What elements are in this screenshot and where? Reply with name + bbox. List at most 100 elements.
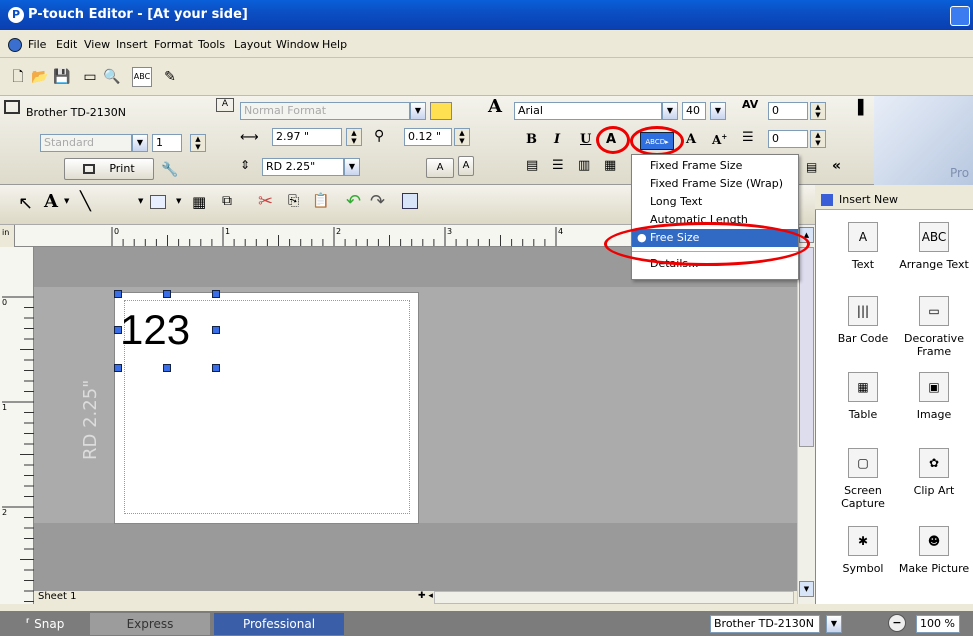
label-text-object[interactable]: 123: [120, 294, 190, 366]
undo-icon[interactable]: ↶: [346, 191, 361, 212]
menu-file[interactable]: File: [28, 38, 46, 51]
insert-item-bar-code[interactable]: ||| Bar Code: [827, 296, 899, 345]
rectangle-dropdown-icon[interactable]: ▼: [176, 197, 181, 205]
express-tab[interactable]: Express: [90, 613, 210, 635]
status-printer-select[interactable]: Brother TD-2130N: [710, 615, 820, 633]
margin-input[interactable]: 0.12 ": [404, 128, 452, 146]
resize-handle[interactable]: [212, 364, 220, 372]
format-color-icon[interactable]: [430, 102, 452, 120]
print-preview-icon[interactable]: 🔍: [102, 67, 122, 87]
font-name-dropdown-button[interactable]: ▼: [662, 102, 678, 120]
paste-icon[interactable]: 📋: [312, 193, 329, 209]
align-right-page-button[interactable]: A: [458, 156, 474, 176]
grow-font-button[interactable]: A+: [712, 132, 727, 147]
shrink-font-button[interactable]: A: [686, 132, 696, 147]
line-spacing-input[interactable]: 0: [768, 130, 808, 148]
save-icon[interactable]: 💾: [52, 67, 72, 87]
italic-button[interactable]: I: [554, 132, 560, 147]
layout-icon[interactable]: ▌: [858, 100, 869, 116]
horizontal-scrollbar[interactable]: [434, 591, 794, 604]
professional-tab[interactable]: Professional: [214, 613, 344, 635]
dropdown-item-fixed-frame[interactable]: Fixed Frame Size: [632, 157, 798, 175]
format-select[interactable]: Normal Format: [240, 102, 410, 120]
align-left-page-button[interactable]: A: [426, 158, 454, 178]
menu-tools[interactable]: Tools: [198, 38, 225, 51]
label-icon[interactable]: ABC: [132, 67, 152, 87]
insert-item-arrange-text[interactable]: ABC Arrange Text: [898, 222, 970, 271]
insert-item-screen-capture[interactable]: ▢ Screen Capture: [827, 448, 899, 510]
open-icon[interactable]: 📂: [30, 67, 50, 87]
media-dropdown-button[interactable]: ▼: [344, 158, 360, 176]
copies-input[interactable]: 1: [152, 134, 182, 152]
list-icon[interactable]: ▤: [806, 160, 817, 174]
zoom-out-icon[interactable]: −: [888, 614, 906, 632]
cut-icon[interactable]: ✂: [258, 191, 273, 212]
justify-button[interactable]: ▦: [604, 158, 616, 173]
mode-dropdown-button[interactable]: ▼: [132, 134, 148, 152]
align-left-button[interactable]: ▤: [526, 158, 538, 173]
bold-button[interactable]: B: [526, 132, 537, 147]
document-icon[interactable]: [8, 38, 22, 52]
font-size-dropdown-button[interactable]: ▼: [710, 102, 726, 120]
scroll-thumb[interactable]: [799, 247, 814, 447]
font-size-select[interactable]: 40: [682, 102, 706, 120]
collapse-palette-button[interactable]: «: [832, 158, 841, 174]
dropdown-item-fixed-frame-wrap[interactable]: Fixed Frame Size (Wrap): [632, 175, 798, 193]
dropdown-item-long-text[interactable]: Long Text: [632, 193, 798, 211]
line-dropdown-icon[interactable]: ▼: [138, 197, 143, 205]
menu-insert[interactable]: Insert: [116, 38, 148, 51]
scroll-down-arrow[interactable]: ▼: [799, 581, 814, 597]
menu-format[interactable]: Format: [154, 38, 193, 51]
status-printer-dropdown[interactable]: ▼: [826, 615, 842, 633]
resize-handle[interactable]: [114, 290, 122, 298]
properties-icon[interactable]: [402, 193, 418, 209]
print-icon[interactable]: ▭: [80, 67, 100, 87]
text-tool-icon[interactable]: A: [44, 191, 58, 212]
insert-item-decorative-frame[interactable]: ▭ Decorative Frame: [898, 296, 970, 358]
minimize-button[interactable]: [950, 6, 970, 26]
resize-handle[interactable]: [163, 364, 171, 372]
insert-item-text[interactable]: A Text: [827, 222, 899, 271]
resize-handle[interactable]: [163, 290, 171, 298]
format-dropdown-button[interactable]: ▼: [410, 102, 426, 120]
align-center-button[interactable]: ☰: [552, 158, 564, 173]
insert-item-image[interactable]: ▣ Image: [898, 372, 970, 421]
text-tool-dropdown-icon[interactable]: ▼: [64, 197, 69, 205]
zoom-select[interactable]: 100 %: [916, 615, 960, 633]
resize-handle[interactable]: [212, 290, 220, 298]
char-spacing-spinner[interactable]: ▲ ▼: [810, 102, 826, 120]
new-icon[interactable]: 🗋: [8, 67, 28, 87]
wizard-icon[interactable]: ✎: [160, 67, 180, 87]
snap-button[interactable]: ⸢ Snap: [4, 613, 86, 635]
mode-select[interactable]: Standard: [40, 134, 132, 152]
insert-item-make-picture[interactable]: ☻ Make Picture: [898, 526, 970, 575]
vertical-scrollbar[interactable]: ▲ ▼: [797, 225, 815, 604]
menu-edit[interactable]: Edit: [56, 38, 77, 51]
menu-layout[interactable]: Layout: [234, 38, 271, 51]
font-name-select[interactable]: Arial: [514, 102, 662, 120]
insert-item-clip-art[interactable]: ✿ Clip Art: [898, 448, 970, 497]
table-tool-icon[interactable]: ▦: [192, 193, 206, 211]
select-arrow-icon[interactable]: ↖: [18, 193, 33, 214]
menu-help[interactable]: Help: [322, 38, 347, 51]
menu-view[interactable]: View: [84, 38, 110, 51]
printer-properties-icon[interactable]: 🔧: [160, 160, 180, 180]
add-sheet-icon[interactable]: ✚ ◂: [418, 591, 433, 601]
insert-item-symbol[interactable]: ✱ Symbol: [827, 526, 899, 575]
resize-handle[interactable]: [212, 326, 220, 334]
rectangle-tool-icon[interactable]: [150, 195, 166, 209]
resize-handle[interactable]: [114, 364, 122, 372]
media-select[interactable]: RD 2.25": [262, 158, 344, 176]
menu-window[interactable]: Window: [276, 38, 319, 51]
arrange-icon[interactable]: ⧉: [222, 193, 232, 209]
copy-icon[interactable]: ⎘: [288, 193, 299, 209]
char-spacing-input[interactable]: 0: [768, 102, 808, 120]
line-tool-icon[interactable]: ╲: [80, 191, 91, 212]
margin-spinner[interactable]: ▲ ▼: [454, 128, 470, 146]
resize-handle[interactable]: [114, 326, 122, 334]
insert-item-table[interactable]: ▦ Table: [827, 372, 899, 421]
copies-spinner[interactable]: ▲ ▼: [190, 134, 206, 152]
line-spacing-spinner[interactable]: ▲ ▼: [810, 130, 826, 148]
align-right-button[interactable]: ▥: [578, 158, 590, 173]
width-spinner[interactable]: ▲ ▼: [346, 128, 362, 146]
